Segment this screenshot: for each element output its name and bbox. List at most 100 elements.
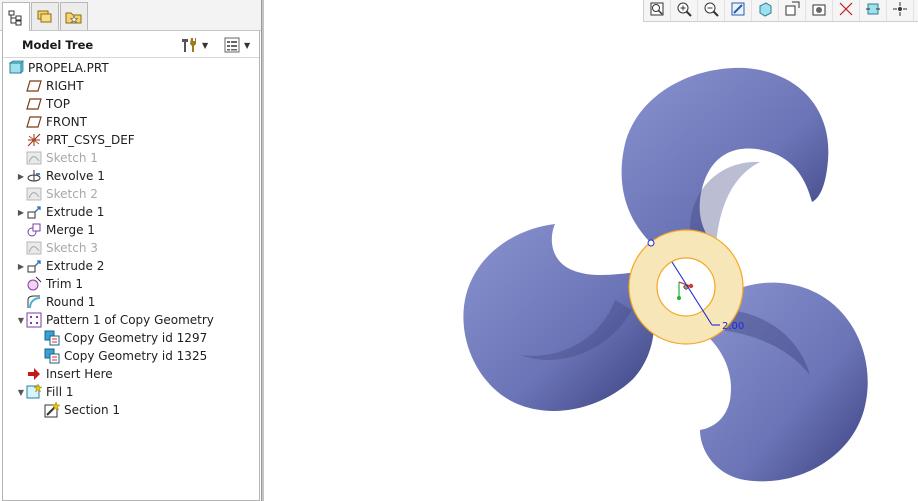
fill-icon xyxy=(26,384,42,400)
datum-display-button[interactable] xyxy=(833,0,860,21)
zoom-in-button[interactable] xyxy=(671,0,698,21)
propeller-blade-top[interactable] xyxy=(621,67,829,247)
tree-item-label: Copy Geometry id 1297 xyxy=(64,331,208,345)
merge-icon xyxy=(26,222,42,238)
annotation-display-button[interactable] xyxy=(860,0,887,21)
collapse-arrow-icon[interactable]: ▼ xyxy=(16,315,26,325)
collapse-arrow-icon[interactable]: ▼ xyxy=(16,387,26,397)
model-tree-title: Model Tree xyxy=(22,38,94,52)
refit-button[interactable] xyxy=(644,0,671,21)
sketch-icon xyxy=(26,186,42,202)
tree-item[interactable]: Trim 1 xyxy=(3,275,259,293)
tree-item-label: Copy Geometry id 1325 xyxy=(64,349,208,363)
spin-center-icon xyxy=(891,0,909,22)
tree-item[interactable]: Sketch 1 xyxy=(3,149,259,167)
tree-item-label: Round 1 xyxy=(46,295,96,309)
view-manager-button[interactable] xyxy=(806,0,833,21)
model-tree-header: Model Tree ▼ ▼ xyxy=(3,31,259,58)
tree-item-label: PROPELA.PRT xyxy=(28,61,109,75)
dimension-value[interactable]: 2.00 xyxy=(722,321,744,332)
tree-item-label: RIGHT xyxy=(46,79,84,93)
tree-item-label: Sketch 3 xyxy=(46,241,98,255)
tree-item-label: PRT_CSYS_DEF xyxy=(46,133,135,147)
dimension-handle[interactable] xyxy=(647,239,655,247)
chevron-down-icon: ▼ xyxy=(202,40,209,50)
navigator-tabs xyxy=(0,0,262,32)
tree-item-label: Sketch 1 xyxy=(46,151,98,165)
display-style-button[interactable] xyxy=(752,0,779,21)
repaint-icon xyxy=(729,0,747,22)
view-toolbar xyxy=(643,0,918,22)
tree-item[interactable]: Round 1 xyxy=(3,293,259,311)
expand-arrow-icon[interactable]: ▶ xyxy=(16,261,26,271)
tree-item[interactable]: Sketch 3 xyxy=(3,239,259,257)
application-window: Model Tree ▼ ▼ PROPELA.PRT RIGHT TOP FRO… xyxy=(0,0,918,501)
tree-settings-button[interactable]: ▼ xyxy=(179,35,208,55)
tree-item-label: Revolve 1 xyxy=(46,169,105,183)
tree-item[interactable]: PROPELA.PRT xyxy=(3,59,259,77)
csys-icon xyxy=(26,132,42,148)
propeller-model[interactable] xyxy=(264,0,918,501)
tree-item-label: Sketch 2 xyxy=(46,187,98,201)
zoom-out-button[interactable] xyxy=(698,0,725,21)
zoom-in-icon xyxy=(675,0,693,22)
tree-show-button[interactable]: ▼ xyxy=(223,35,250,55)
tree-item-label: Extrude 2 xyxy=(46,259,105,273)
expand-arrow-icon[interactable]: ▶ xyxy=(16,207,26,217)
tree-item[interactable]: TOP xyxy=(3,95,259,113)
insert-here-arrow-icon xyxy=(26,366,42,382)
part-icon xyxy=(8,60,24,76)
extrude-icon xyxy=(26,204,42,220)
sketch-icon xyxy=(26,150,42,166)
round-icon xyxy=(26,294,42,310)
tab-favorites[interactable] xyxy=(60,2,88,30)
tree-item-label: Merge 1 xyxy=(46,223,95,237)
tree-item-label: Extrude 1 xyxy=(46,205,105,219)
tree-item[interactable]: FRONT xyxy=(3,113,259,131)
chevron-down-icon: ▼ xyxy=(244,40,251,50)
tree-item-label: Pattern 1 of Copy Geometry xyxy=(46,313,214,327)
annotation-display-icon xyxy=(864,0,882,22)
datum-plane-icon xyxy=(26,96,42,112)
tab-folder-browser[interactable] xyxy=(31,2,59,30)
tree-item[interactable]: Sketch 2 xyxy=(3,185,259,203)
graphics-window[interactable]: 2.00 xyxy=(264,0,918,501)
tree-item[interactable]: Copy Geometry id 1325 xyxy=(3,347,259,365)
expand-arrow-icon[interactable]: ▶ xyxy=(16,171,26,181)
tab-model-tree[interactable] xyxy=(2,2,30,32)
section-icon xyxy=(44,402,60,418)
tree-item[interactable]: ▶ Extrude 2 xyxy=(3,257,259,275)
folder-browser-icon xyxy=(37,10,52,22)
spin-center-button[interactable] xyxy=(887,0,914,21)
tree-item[interactable]: RIGHT xyxy=(3,77,259,95)
tree-item-label: Trim 1 xyxy=(46,277,83,291)
datum-plane-icon xyxy=(26,78,42,94)
show-list-icon xyxy=(224,37,240,53)
tree-item[interactable]: Copy Geometry id 1297 xyxy=(3,329,259,347)
copy-geometry-icon xyxy=(44,348,60,364)
tree-item[interactable]: PRT_CSYS_DEF xyxy=(3,131,259,149)
datum-plane-icon xyxy=(26,114,42,130)
datum-display-icon xyxy=(837,0,855,22)
extrude-icon xyxy=(26,258,42,274)
tree-item[interactable]: Section 1 xyxy=(3,401,259,419)
tree-item-label: Section 1 xyxy=(64,403,121,417)
copy-geometry-icon xyxy=(44,330,60,346)
saved-orientations-button[interactable] xyxy=(779,0,806,21)
tree-item[interactable]: ▶ Revolve 1 xyxy=(3,167,259,185)
tree-item-label: Insert Here xyxy=(46,367,113,381)
pattern-icon xyxy=(26,312,42,328)
sketch-icon xyxy=(26,240,42,256)
tree-item[interactable]: Merge 1 xyxy=(3,221,259,239)
display-style-icon xyxy=(756,0,774,22)
tree-item[interactable]: ▼ Pattern 1 of Copy Geometry xyxy=(3,311,259,329)
tree-item[interactable]: Insert Here xyxy=(3,365,259,383)
tools-icon xyxy=(182,38,196,52)
tree-item[interactable]: ▼ Fill 1 xyxy=(3,383,259,401)
tree-item[interactable]: ▶ Extrude 1 xyxy=(3,203,259,221)
revolve-icon xyxy=(26,168,42,184)
repaint-button[interactable] xyxy=(725,0,752,21)
tree-item-label: Fill 1 xyxy=(46,385,74,399)
saved-orientations-icon xyxy=(783,0,801,22)
model-tree-icon xyxy=(8,10,22,25)
